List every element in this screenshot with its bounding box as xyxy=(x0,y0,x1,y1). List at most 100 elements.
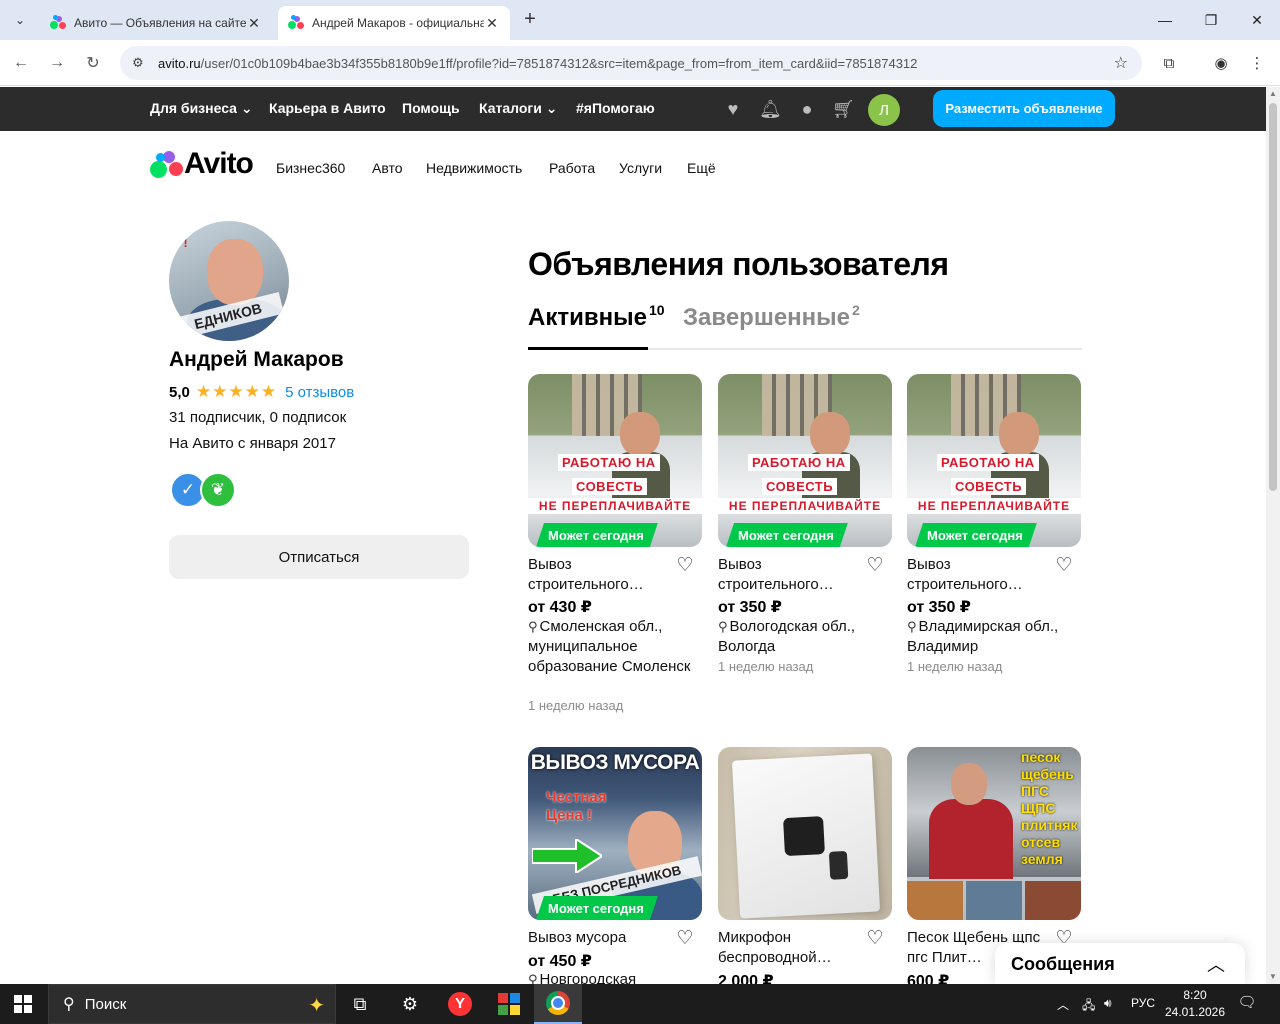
chevron-up-icon[interactable]: ︿ xyxy=(1207,951,1225,977)
tab-active-listings[interactable]: Активные 10 xyxy=(528,302,665,332)
listing-price: от 430 ₽ xyxy=(528,599,592,616)
user-name: Андрей Макаров xyxy=(169,348,344,371)
topbar-link-careers[interactable]: Карьера в Авито xyxy=(269,100,386,116)
listing-photo[interactable]: РАБОТАЮ НА СОВЕСТЬ НЕ ПЕРЕПЛАЧИВАЙТЕ Мож… xyxy=(907,374,1081,547)
scroll-down-icon[interactable]: ▼ xyxy=(1266,970,1280,984)
listing-card[interactable]: РАБОТАЮ НА СОВЕСТЬ НЕ ПЕРЕПЛАЧИВАЙТЕ Мож… xyxy=(718,374,892,674)
avito-logo[interactable]: Avito xyxy=(150,147,254,180)
may-today-badge: Может сегодня xyxy=(726,523,848,547)
listing-card[interactable]: Микрофон беспроводной… ♡ 2 000 ₽ xyxy=(718,747,892,990)
rating-row: 5,0 ★★★★★ 5 отзывов xyxy=(169,382,354,402)
windows-start-icon[interactable] xyxy=(14,995,32,1013)
notifications-bell-icon[interactable]: 🔔︎ xyxy=(759,98,782,120)
nav-jobs[interactable]: Работа xyxy=(549,160,595,176)
listing-photo[interactable]: песок щебень ПГС ЩПС плитняк отсев земля xyxy=(907,747,1081,920)
nav-realty[interactable]: Недвижимость xyxy=(426,160,522,176)
listing-photo[interactable]: РАБОТАЮ НА СОВЕСТЬ НЕ ПЕРЕПЛАЧИВАЙТЕ Мож… xyxy=(528,374,702,547)
location-pin-icon: ⚲ xyxy=(718,619,728,634)
tray-overflow-chevron-icon[interactable]: ︿ xyxy=(1057,996,1069,1013)
page-scrollbar[interactable]: ▲ ▼ xyxy=(1266,87,1280,984)
new-tab-plus-icon[interactable]: + xyxy=(518,8,542,32)
scroll-up-icon[interactable]: ▲ xyxy=(1266,87,1280,101)
forward-arrow-icon[interactable]: → xyxy=(44,50,70,76)
browser-tab-profile[interactable]: Андрей Макаров - официальная страница ✕ xyxy=(278,6,510,40)
listing-location: ⚲ Смоленская обл., муниципальное образова… xyxy=(528,618,691,675)
restore-icon[interactable]: ❐ xyxy=(1188,0,1234,40)
extensions-puzzle-icon[interactable]: ⧉ xyxy=(1156,50,1182,76)
address-bar[interactable]: ⚙ avito.ru/user/01c0b109b4bae3b34f355b81… xyxy=(120,46,1142,80)
profile-photo[interactable]: ая ! ЕДНИКОВ xyxy=(169,221,289,341)
scrollbar-thumb[interactable] xyxy=(1269,103,1277,491)
tab-close-icon[interactable]: ✕ xyxy=(484,15,500,32)
listing-title[interactable]: Вывоз мусора xyxy=(528,928,668,948)
eco-leaf-icon[interactable]: ❦ xyxy=(200,472,236,508)
nav-more[interactable]: Ещё xyxy=(687,160,716,176)
reviews-link[interactable]: 5 отзывов xyxy=(285,384,354,401)
listings-title: Объявления пользователя xyxy=(528,246,949,282)
subscribers-info[interactable]: 31 подписчик, 0 подписок xyxy=(169,409,346,426)
active-tab-indicator xyxy=(528,347,648,350)
avito-favicon-icon xyxy=(288,15,304,31)
listing-card[interactable]: РАБОТАЮ НА СОВЕСТЬ НЕ ПЕРЕПЛАЧИВАЙТЕ Мож… xyxy=(907,374,1081,674)
listing-title[interactable]: Вывоз строительного… xyxy=(528,555,668,595)
volume-icon[interactable]: 🔊︎ xyxy=(1104,996,1112,1011)
nav-services[interactable]: Услуги xyxy=(619,160,662,176)
back-arrow-icon[interactable]: ← xyxy=(8,50,34,76)
favorite-heart-icon[interactable]: ♡ xyxy=(674,556,696,576)
listing-card[interactable]: песок щебень ПГС ЩПС плитняк отсев земля Песок… xyxy=(907,747,1081,990)
taskbar-search[interactable]: ⚲ Поиск ✦ xyxy=(48,984,336,1024)
favorite-heart-icon[interactable]: ♡ xyxy=(1053,556,1075,576)
messages-chat-icon[interactable]: ● xyxy=(796,98,818,120)
listing-photo[interactable]: ВЫВОЗ МУСОРА Честная Цена ! БЕЗ ПОСРЕДНИК… xyxy=(528,747,702,920)
profile-account-icon[interactable]: ◉ xyxy=(1208,50,1234,76)
url-text[interactable]: avito.ru/user/01c0b109b4bae3b34f355b8180… xyxy=(158,56,1088,71)
site-info-icon[interactable]: ⚙ xyxy=(132,55,152,71)
nav-auto[interactable]: Авто xyxy=(372,160,403,176)
favorites-heart-icon[interactable]: ♥ xyxy=(722,98,744,120)
favorite-heart-icon[interactable]: ♡ xyxy=(864,556,886,576)
listing-photo[interactable]: РАБОТАЮ НА СОВЕСТЬ НЕ ПЕРЕПЛАЧИВАЙТЕ Мож… xyxy=(718,374,892,547)
listing-card[interactable]: РАБОТАЮ НА СОВЕСТЬ НЕ ПЕРЕПЛАЧИВАЙТЕ Мож… xyxy=(528,374,702,713)
browser-tab-avito-home[interactable]: Авито — Объявления на сайте Авито ✕ xyxy=(40,6,272,40)
tab-search-chevron-icon[interactable]: ⌄ xyxy=(8,8,32,32)
minimize-icon[interactable]: — xyxy=(1142,0,1188,40)
nav-business360[interactable]: Бизнес360 xyxy=(276,160,345,176)
tab-close-icon[interactable]: ✕ xyxy=(246,15,262,32)
profile-badges: ✓ ❦ xyxy=(170,472,236,510)
favorite-heart-icon[interactable]: ♡ xyxy=(864,929,886,949)
settings-gear-icon[interactable]: ⚙ xyxy=(386,984,434,1024)
listing-card[interactable]: ВЫВОЗ МУСОРА Честная Цена ! БЕЗ ПОСРЕДНИК… xyxy=(528,747,702,988)
listing-photo[interactable] xyxy=(718,747,892,920)
reload-icon[interactable]: ↻ xyxy=(80,50,106,76)
avito-top-bar: Для бизнеса ⌄ Карьера в Авито Помощь Кат… xyxy=(0,87,1266,131)
green-arrow-icon xyxy=(532,839,602,873)
listing-title[interactable]: Вывоз строительного… xyxy=(907,555,1047,595)
notification-center-icon[interactable]: 🗨︎ xyxy=(1236,993,1258,1015)
topbar-link-business[interactable]: Для бизнеса ⌄ xyxy=(150,100,253,117)
topbar-link-help[interactable]: Помощь xyxy=(402,100,460,116)
input-language[interactable]: РУС xyxy=(1131,996,1155,1010)
listing-price: от 350 ₽ xyxy=(718,599,782,616)
browser-menu-icon[interactable]: ⋮ xyxy=(1244,50,1270,76)
user-avatar[interactable]: Л xyxy=(868,94,900,126)
taskbar-search-placeholder: Поиск xyxy=(84,995,127,1013)
cart-icon[interactable]: 🛒︎ xyxy=(832,98,855,120)
browser-tab-strip: ⌄ Авито — Объявления на сайте Авито ✕ Ан… xyxy=(0,0,1280,40)
favorite-heart-icon[interactable]: ♡ xyxy=(674,929,696,949)
task-view-icon[interactable]: ⧉ xyxy=(336,984,384,1024)
bookmark-star-icon[interactable]: ☆ xyxy=(1114,53,1128,73)
unsubscribe-button[interactable]: Отписаться xyxy=(169,535,469,579)
tab-finished-listings[interactable]: Завершенные 2 xyxy=(683,302,860,332)
chrome-icon[interactable] xyxy=(534,984,582,1024)
listing-title[interactable]: Вывоз строительного… xyxy=(718,555,858,595)
app-grid-icon[interactable] xyxy=(485,984,533,1024)
messages-widget[interactable]: Сообщения ︿ xyxy=(995,943,1245,984)
topbar-link-catalogs[interactable]: Каталоги ⌄ xyxy=(479,100,557,117)
post-ad-button[interactable]: Разместить объявление xyxy=(933,90,1115,127)
network-icon[interactable]: 🖧︎ xyxy=(1082,996,1095,1017)
listing-title[interactable]: Микрофон беспроводной… xyxy=(718,928,858,968)
yandex-browser-icon[interactable]: Y xyxy=(436,984,484,1024)
taskbar-clock[interactable]: 8:20 24.01.2026 xyxy=(1160,987,1230,1021)
window-close-icon[interactable]: ✕ xyxy=(1234,0,1280,40)
topbar-link-ihelp[interactable]: #яПомогаю xyxy=(576,100,655,116)
